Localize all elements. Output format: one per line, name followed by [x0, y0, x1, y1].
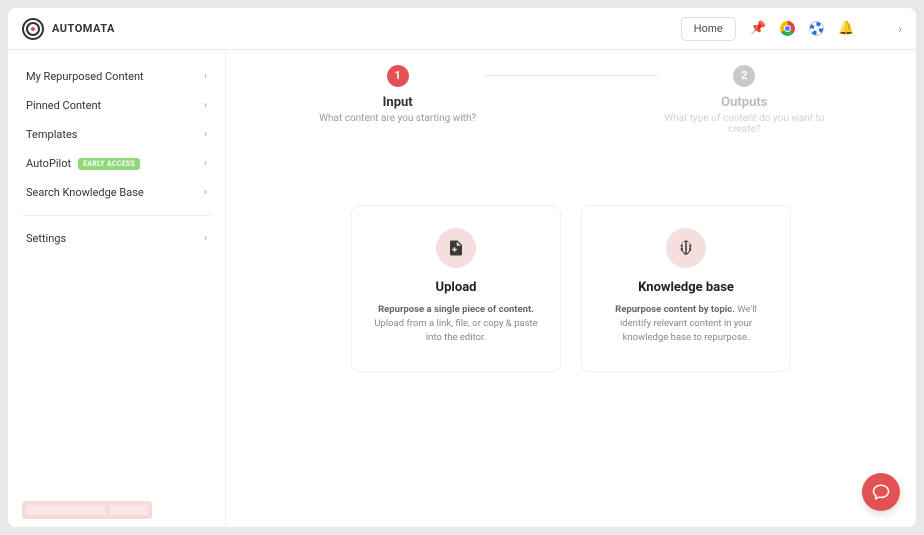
sidebar-item-pinned[interactable]: Pinned Content ›: [8, 91, 225, 120]
card-description: Repurpose content by topic. We'll identi…: [600, 303, 772, 346]
brand[interactable]: AUTOMATA: [22, 18, 115, 40]
option-cards: Upload Repurpose a single piece of conte…: [256, 205, 886, 373]
sidebar-item-templates[interactable]: Templates ›: [8, 120, 225, 149]
app-header: AUTOMATA Home 📌 🔔 ›: [8, 8, 916, 50]
sidebar-item-label: Settings: [26, 232, 66, 245]
sidebar-item-settings[interactable]: Settings ›: [8, 224, 225, 253]
stepper: 1 Input What content are you starting wi…: [311, 64, 831, 135]
header-actions: Home 📌 🔔 ›: [681, 17, 902, 41]
sidebar-item-search-kb[interactable]: Search Knowledge Base ›: [8, 178, 225, 207]
divider: [22, 215, 211, 216]
sidebar-item-my-repurposed[interactable]: My Repurposed Content ›: [8, 62, 225, 91]
sidebar-item-label: AutoPilot: [26, 157, 71, 170]
chevron-right-icon: ›: [204, 187, 207, 198]
sidebar: My Repurposed Content › Pinned Content ›…: [8, 50, 226, 527]
chevron-right-icon: ›: [204, 100, 207, 111]
knowledge-base-card[interactable]: Knowledge base Repurpose content by topi…: [581, 205, 791, 373]
sidebar-item-label: Pinned Content: [26, 99, 101, 112]
upload-card[interactable]: Upload Repurpose a single piece of conte…: [351, 205, 561, 373]
chevron-right-icon: ›: [204, 71, 207, 82]
step-title: Input: [311, 95, 484, 110]
chevron-right-icon: ›: [204, 233, 207, 244]
sidebar-item-label: Search Knowledge Base: [26, 186, 144, 199]
home-button[interactable]: Home: [681, 17, 736, 41]
brand-logo-icon: [22, 18, 44, 40]
step-number: 2: [733, 65, 755, 87]
chevron-right-icon: ›: [204, 158, 207, 169]
step-title: Outputs: [658, 95, 831, 110]
chevron-right-icon[interactable]: ›: [868, 22, 902, 36]
brand-name: AUTOMATA: [52, 22, 115, 35]
step-connector: [484, 75, 657, 76]
step-subtitle: What type of content do you want to crea…: [658, 113, 831, 135]
step-outputs[interactable]: 2 Outputs What type of content do you wa…: [658, 64, 831, 135]
chat-fab[interactable]: [862, 473, 900, 511]
sidebar-item-autopilot[interactable]: AutoPilot EARLY ACCESS ›: [8, 149, 225, 178]
chevron-right-icon: ›: [204, 129, 207, 140]
bell-icon[interactable]: 🔔: [838, 21, 854, 36]
step-input[interactable]: 1 Input What content are you starting wi…: [311, 64, 484, 124]
card-description: Repurpose a single piece of content. Upl…: [370, 303, 542, 346]
chat-icon: [872, 483, 890, 501]
sidebar-item-label: My Repurposed Content: [26, 70, 144, 83]
step-number: 1: [387, 65, 409, 87]
main-content: 1 Input What content are you starting wi…: [226, 50, 916, 527]
card-title: Upload: [370, 280, 542, 295]
upload-icon: [436, 228, 476, 268]
pin-icon[interactable]: 📌: [750, 21, 766, 36]
brain-icon: [666, 228, 706, 268]
early-access-badge: EARLY ACCESS: [78, 158, 140, 170]
sidebar-footer-placeholder: [22, 501, 152, 519]
sidebar-item-label: Templates: [26, 128, 77, 141]
card-title: Knowledge base: [600, 280, 772, 295]
chrome-icon[interactable]: [780, 21, 795, 36]
help-icon[interactable]: [809, 21, 824, 36]
step-subtitle: What content are you starting with?: [311, 113, 484, 124]
